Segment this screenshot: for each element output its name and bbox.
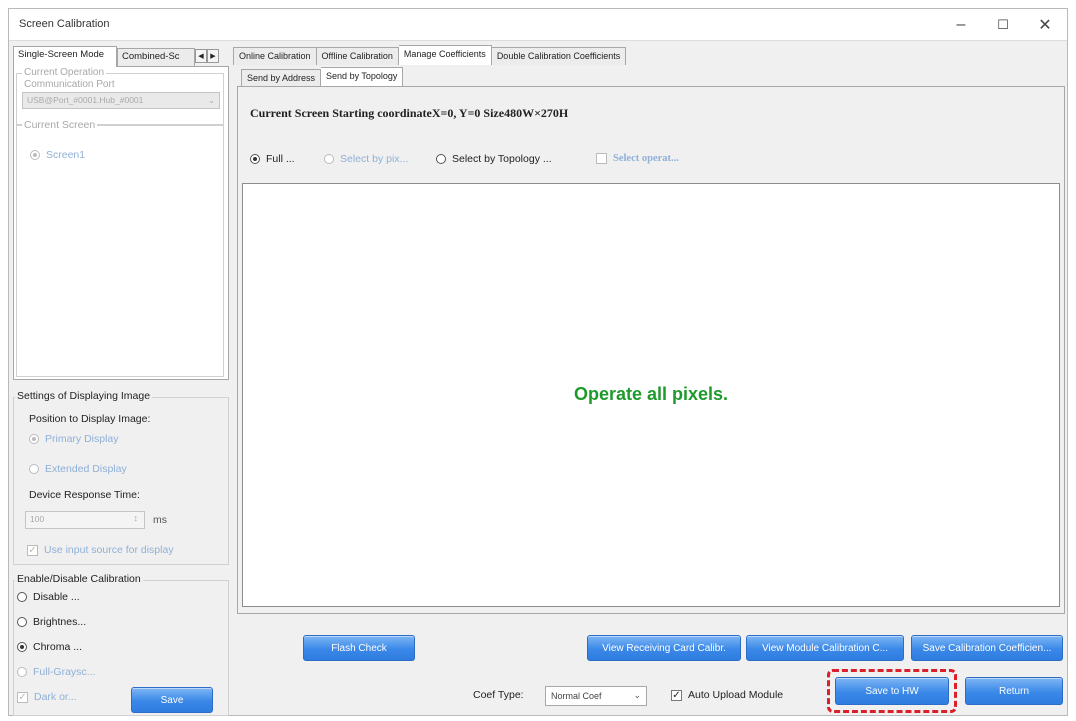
extended-display-option[interactable]: Extended Display [29,463,127,475]
maximize-button[interactable]: ☐ [985,13,1021,37]
chevron-down-icon: ⌄ [207,95,215,105]
left-pane: Current Operation Communication Port USB… [13,66,229,380]
auto-upload-label: Auto Upload Module [688,689,784,701]
chroma-radio-icon [17,642,27,652]
disable-radio-icon [17,592,27,602]
tab-send-by-address[interactable]: Send by Address [241,69,322,87]
current-screen-group [16,125,224,377]
screen-info: Current Screen Starting coordinateX=0, Y… [250,106,569,120]
brightness-radio-icon [17,617,27,627]
operate-message: Operate all pixels. [573,384,729,404]
close-button[interactable]: ✕ [1027,13,1063,37]
screen-item[interactable]: Screen1 [30,149,85,161]
screen-item-label: Screen1 [46,149,86,161]
calibration-toggle-title: Enable/Disable Calibration [15,573,143,585]
mode-full-label: Full ... [266,153,295,165]
option-disable-label: Disable ... [33,591,80,603]
primary-display-label: Primary Display [45,433,119,445]
option-chroma-label: Chroma ... [33,641,83,653]
option-brightness[interactable]: Brightnes... [17,616,86,628]
option-dark-label: Dark or... [34,691,77,703]
extended-radio-icon [29,464,39,474]
current-screen-label: Current Screen [22,119,98,131]
save-to-hw-button[interactable]: Save to HW [835,677,949,705]
save-calibration-coefficients-button[interactable]: Save Calibration Coefficien... [911,635,1063,661]
mode-topology-label: Select by Topology ... [452,153,552,165]
tab-scroll-right[interactable]: ▶ [207,49,219,63]
mode-select-by-topology[interactable]: Select by Topology ... [436,153,552,165]
auto-upload-check-icon: ✓ [671,689,682,701]
operation-label: Current Operation [22,67,107,78]
window-title: Screen Calibration [19,18,110,30]
primary-radio-icon [29,434,39,444]
option-disable[interactable]: Disable ... [17,591,80,603]
flash-check-button[interactable]: Flash Check [303,635,415,661]
response-time-unit: ms [153,514,167,526]
mode-select-operation[interactable]: Select operat... [596,153,679,164]
tab-scroll-left[interactable]: ◀ [195,49,207,63]
option-full-grayscale[interactable]: Full-Graysc... [17,666,95,678]
option-dark-or-bright[interactable]: ✓ Dark or... [17,691,77,703]
position-label: Position to Display Image: [29,413,151,425]
mode-operation-label: Select operat... [613,153,679,164]
tab-combined-screen[interactable]: Combined-Sc [117,48,195,67]
right-pane: Current Screen Starting coordinateX=0, Y… [237,86,1065,614]
title-bar: Screen Calibration – ☐ ✕ [9,9,1067,41]
view-receiving-card-button[interactable]: View Receiving Card Calibr. [587,635,741,661]
option-chroma[interactable]: Chroma ... [17,641,82,653]
primary-display-option[interactable]: Primary Display [29,433,119,445]
close-icon: ✕ [1038,17,1052,34]
option-full-grayscale-label: Full-Graysc... [33,666,96,678]
response-time-value: 100 [30,514,45,524]
auto-upload-checkbox[interactable]: ✓ Auto Upload Module [671,689,783,701]
tab-manage-coefficients[interactable]: Manage Coefficients [398,45,492,65]
port-value: USB@Port_#0001.Hub_#0001 [27,95,144,105]
full-radio-icon [250,154,260,164]
tab-online-calibration[interactable]: Online Calibration [233,47,317,65]
left-tabs: Single-Screen Mode Combined-Sc ◀ ▶ [9,45,233,67]
dark-check-icon: ✓ [17,691,28,703]
chevron-down-icon: ⌄ [633,690,641,700]
calibration-window: Screen Calibration – ☐ ✕ Single-Screen M… [8,8,1068,716]
tab-double-calibration[interactable]: Double Calibration Coefficients [491,47,627,65]
port-select[interactable]: USB@Port_#0001.Hub_#0001 ⌄ [22,92,220,109]
tab-single-screen-mode[interactable]: Single-Screen Mode [13,46,117,67]
check-icon: ✓ [27,544,38,556]
pixel-radio-icon [324,154,334,164]
option-brightness-label: Brightnes... [33,616,87,628]
screen-radio-icon [30,150,40,160]
coef-type-value: Normal Coef [551,691,602,701]
maximize-icon: ☐ [997,17,1009,32]
minimize-icon: – [956,16,966,33]
tab-send-by-topology[interactable]: Send by Topology [321,67,404,87]
tab-offline-calibration[interactable]: Offline Calibration [316,47,399,65]
tab-scroll-buttons: ◀ ▶ [195,49,219,63]
chevron-left-icon: ◀ [198,53,204,60]
right-tabs: Online Calibration Offline Calibration M… [233,45,627,65]
stepper-icon: ↕ [133,513,139,523]
coef-type-select[interactable]: Normal Coef ⌄ [545,686,647,706]
topology-radio-icon [436,154,446,164]
response-time-stepper[interactable]: 100 ↕ [25,511,145,529]
chevron-right-icon: ▶ [210,53,216,60]
mode-full[interactable]: Full ... [250,153,295,165]
mode-pixel-label: Select by pix... [340,153,409,165]
view-module-calibration-button[interactable]: View Module Calibration C... [746,635,904,661]
sub-tabs: Send by Address Send by Topology [241,67,404,87]
response-time-label: Device Response Time: [29,489,140,501]
use-input-source-label: Use input source for display [44,544,174,556]
fullgray-radio-icon [17,667,27,677]
display-settings-title: Settings of Displaying Image [15,390,153,402]
save-button[interactable]: Save [131,687,213,713]
port-label: Communication Port [22,79,117,90]
extended-display-label: Extended Display [45,463,127,475]
return-button[interactable]: Return [965,677,1063,705]
mode-select-by-pixel[interactable]: Select by pix... [324,153,408,165]
coef-type-label: Coef Type: [473,689,524,701]
operation-check-icon [596,153,607,164]
minimize-button[interactable]: – [943,13,979,37]
pixel-canvas[interactable]: Operate all pixels. [242,183,1060,607]
use-input-source-checkbox[interactable]: ✓ Use input source for display [27,544,174,556]
